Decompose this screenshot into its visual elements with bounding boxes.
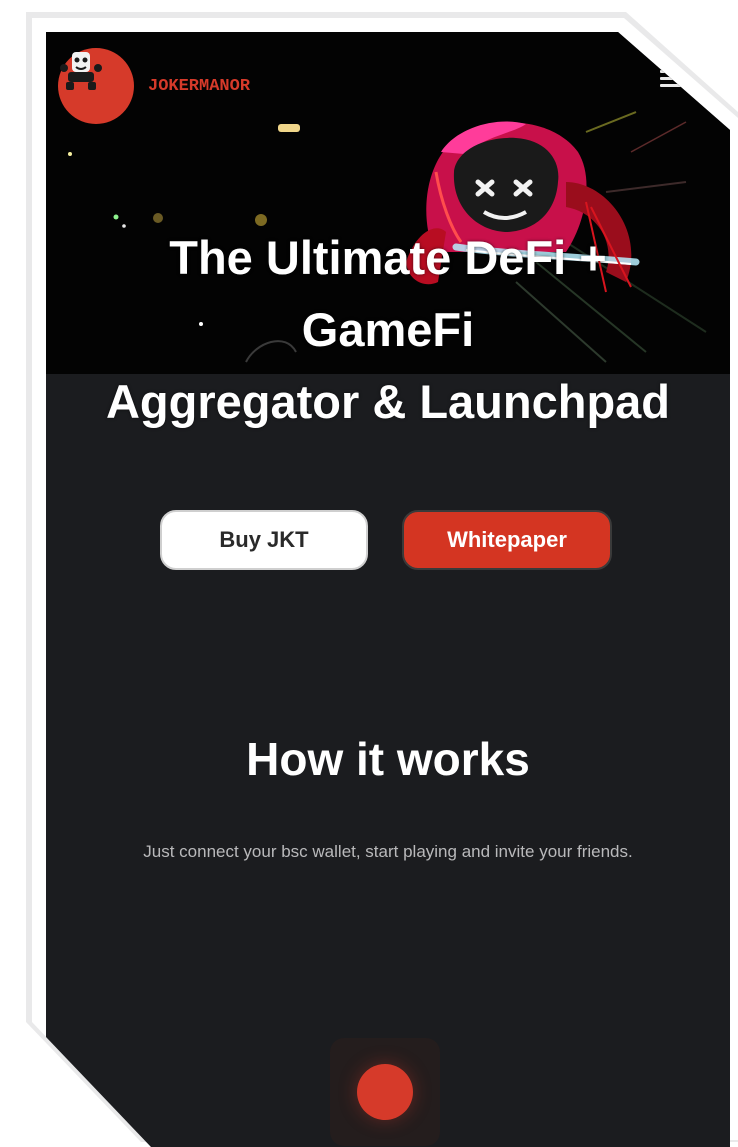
whitepaper-button[interactable]: Whitepaper	[402, 510, 612, 570]
floating-action-button[interactable]	[357, 1064, 413, 1120]
how-it-works-title: How it works	[246, 733, 530, 785]
how-it-works-subtitle: Just connect your bsc wallet, start play…	[143, 842, 633, 861]
joker-logo-icon	[58, 48, 134, 124]
brand-name: JOKERMANOR	[148, 76, 251, 96]
headline-line-2: GameFi	[301, 303, 475, 356]
headline-line-1: The Ultimate DeFi +	[169, 231, 607, 284]
buy-jkt-button[interactable]: Buy JKT	[160, 510, 368, 570]
hero-actions: Buy JKT Whitepaper	[46, 510, 730, 572]
headline-line-3: Aggregator & Launchpad	[105, 375, 671, 428]
brand-logo[interactable]: JOKERMANOR	[58, 48, 250, 124]
hero-headline: The Ultimate DeFi + GameFi Aggregator & …	[46, 222, 730, 438]
floating-action-container	[330, 1038, 440, 1146]
app-screen: JOKERMANOR The Ultimate DeFi + GameFi Ag…	[46, 32, 730, 1147]
